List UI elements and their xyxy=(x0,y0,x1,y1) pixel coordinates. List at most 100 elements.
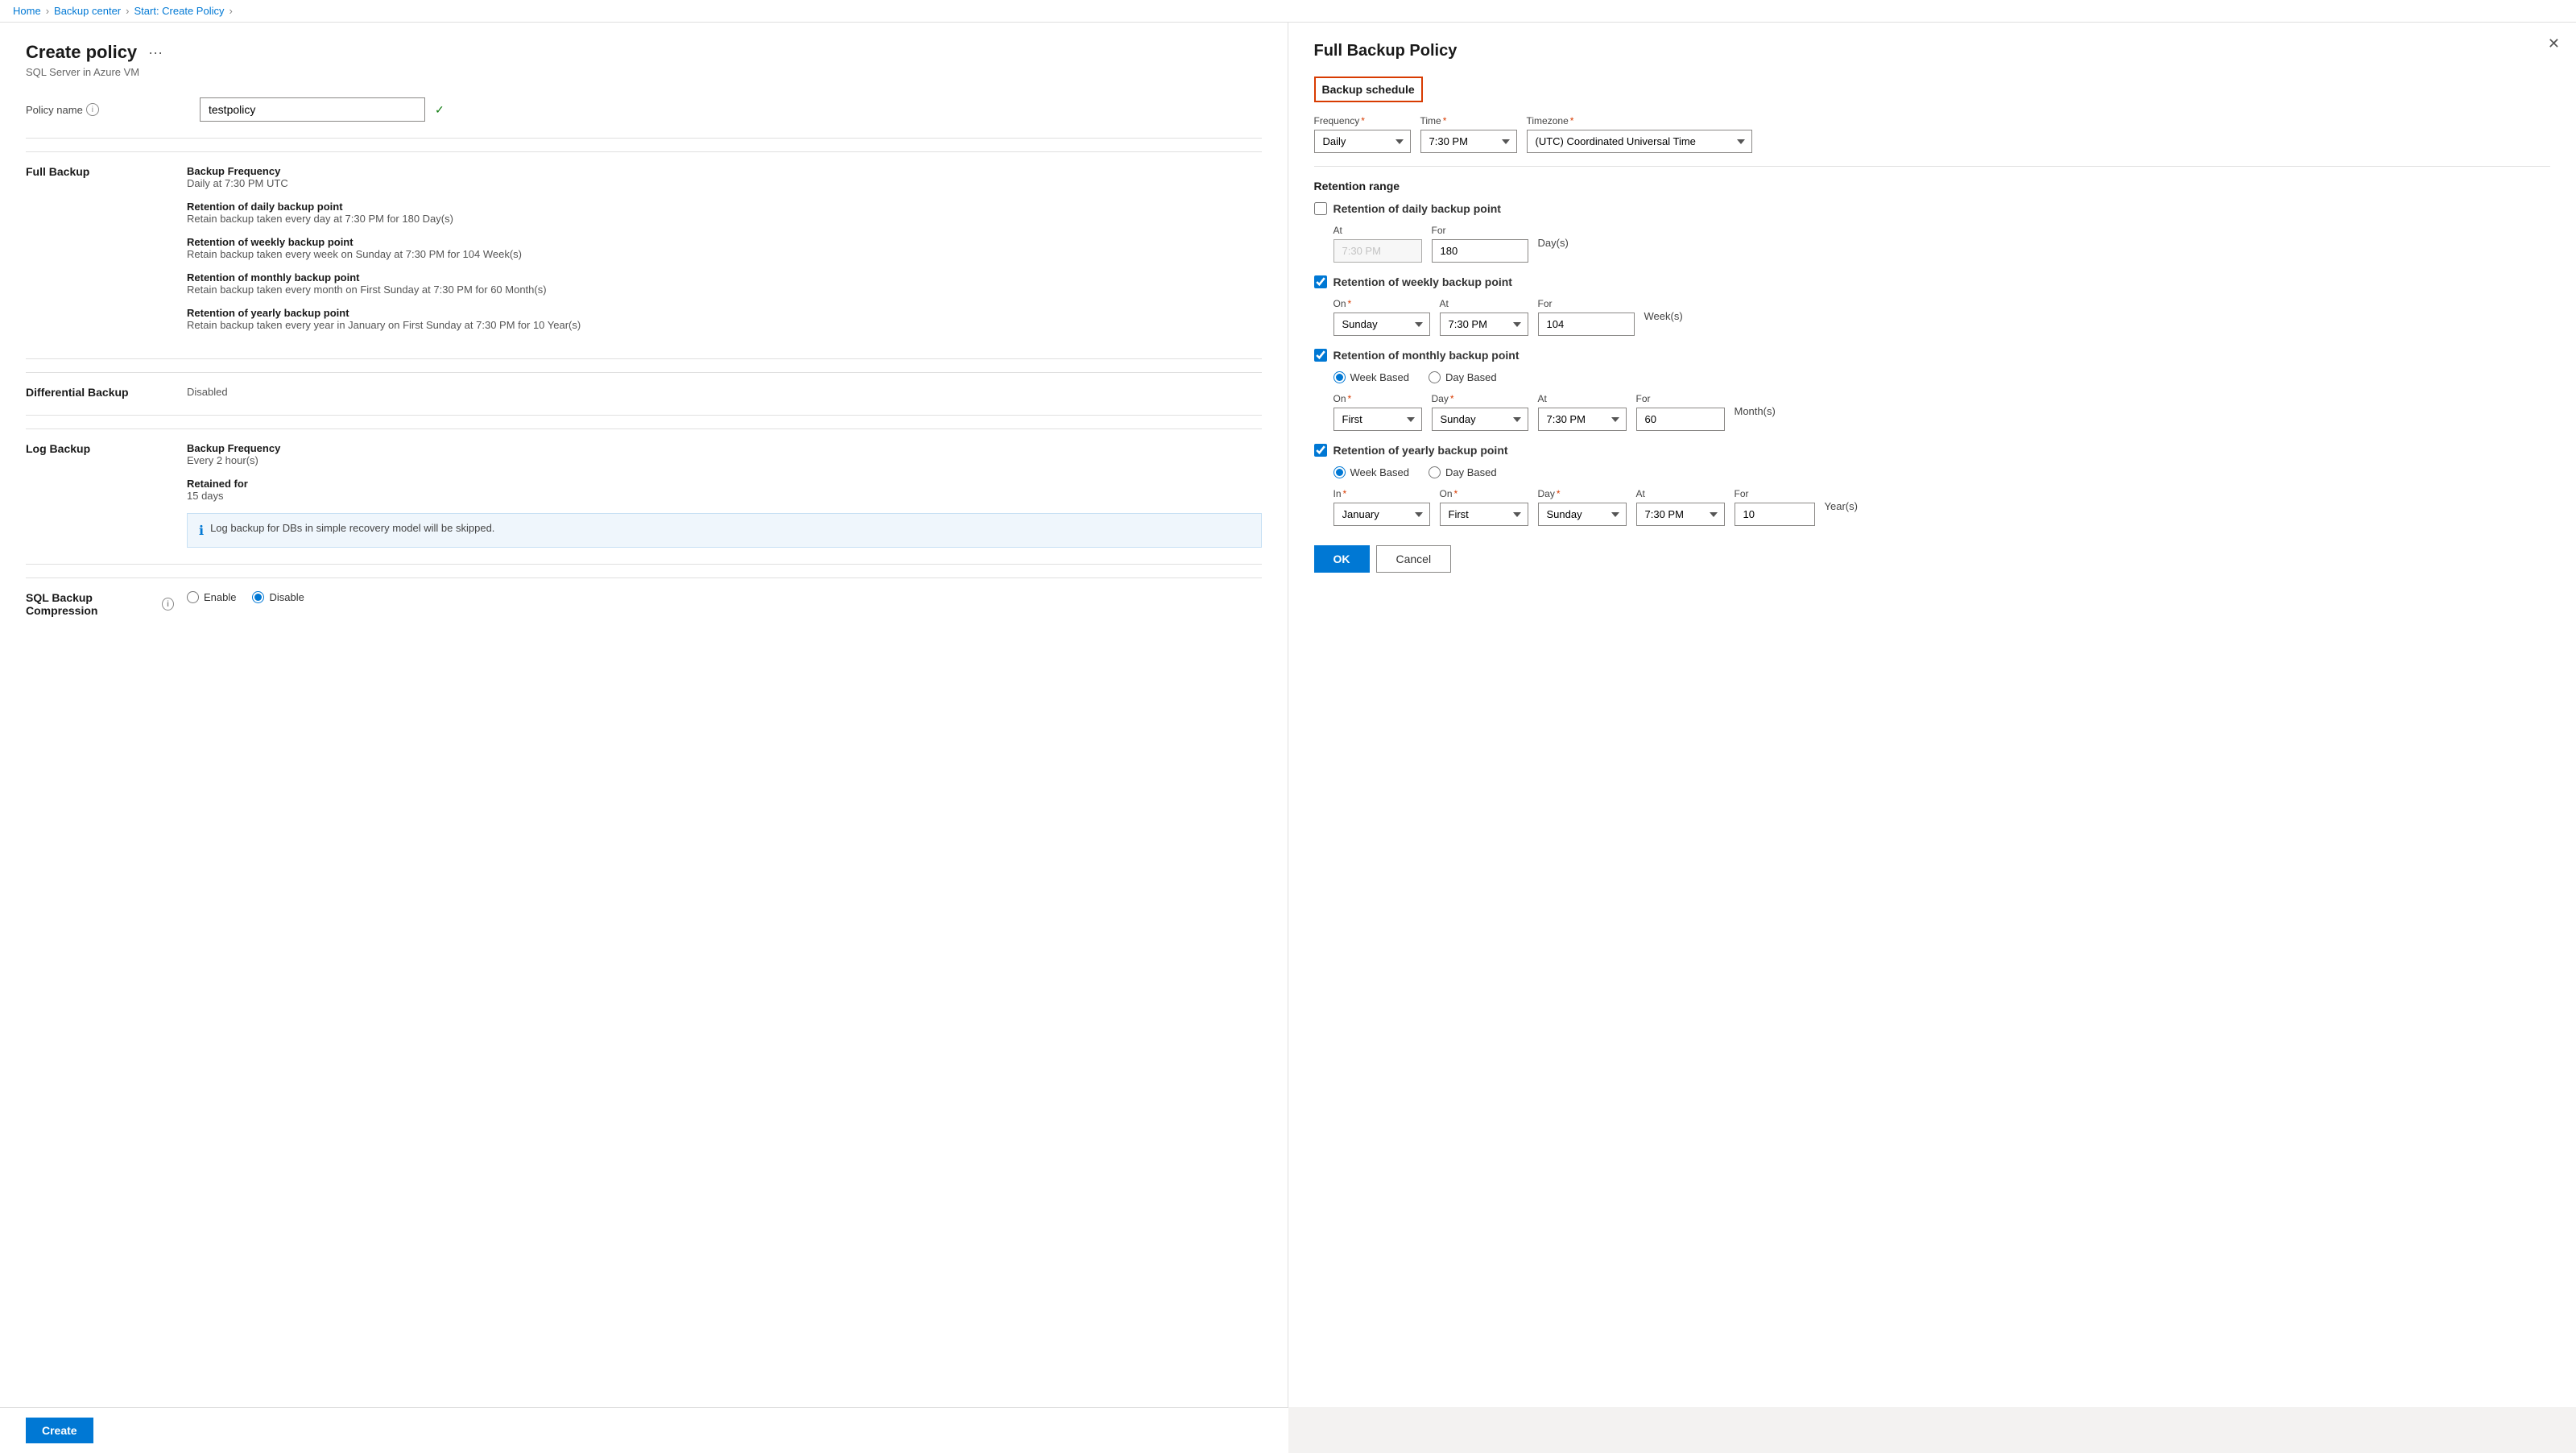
weekly-for-label: For xyxy=(1538,298,1553,309)
weekly-at-label: At xyxy=(1440,298,1449,309)
monthly-for-label: For xyxy=(1636,393,1651,404)
policy-name-info-icon[interactable]: i xyxy=(86,103,99,116)
yearly-in-label: In xyxy=(1333,488,1342,499)
full-backup-section: Full Backup Backup Frequency Daily at 7:… xyxy=(26,151,1262,342)
retention-range-label: Retention range xyxy=(1314,180,2551,192)
timezone-field: Timezone * (UTC) Coordinated Universal T… xyxy=(1527,115,1752,153)
yearly-in-select[interactable]: JanuaryFebruaryMarchApril MayJuneJulyAug… xyxy=(1333,503,1430,526)
yearly-retention-fields: In * JanuaryFebruaryMarchApril MayJuneJu… xyxy=(1314,488,2551,526)
full-backup-label: Full Backup xyxy=(26,165,187,342)
full-backup-content: Backup Frequency Daily at 7:30 PM UTC Re… xyxy=(187,165,1262,342)
differential-backup-section: Differential Backup Disabled xyxy=(26,372,1262,399)
panel-title: Full Backup Policy xyxy=(1314,42,2551,60)
disable-radio[interactable] xyxy=(252,591,264,603)
weekly-retention-check-label[interactable]: Retention of weekly backup point xyxy=(1333,275,1512,288)
yearly-week-based-text: Week Based xyxy=(1350,466,1409,478)
monthly-retention-desc: Retain backup taken every month on First… xyxy=(187,284,1262,296)
monthly-day-based-text: Day Based xyxy=(1445,371,1497,383)
full-backup-freq-desc: Daily at 7:30 PM UTC xyxy=(187,177,1262,189)
yearly-on-select[interactable]: FirstSecondThirdFourthLast xyxy=(1440,503,1528,526)
yearly-retention-section: Retention of yearly backup point Week Ba… xyxy=(1314,444,2551,526)
right-panel-buttons: OK Cancel xyxy=(1314,545,2551,573)
sql-compression-section: SQL Backup Compression i Enable Disable xyxy=(26,577,1262,617)
monthly-day-based-label[interactable]: Day Based xyxy=(1429,371,1497,383)
page-subtitle: SQL Server in Azure VM xyxy=(26,66,1262,78)
monthly-retention-check-label[interactable]: Retention of monthly backup point xyxy=(1333,349,1520,362)
yearly-week-based-label[interactable]: Week Based xyxy=(1333,466,1409,478)
monthly-retention-section: Retention of monthly backup point Week B… xyxy=(1314,349,2551,431)
retention-range-section: Retention range Retention of daily backu… xyxy=(1314,166,2551,573)
daily-at-select[interactable]: 7:30 PM xyxy=(1333,239,1422,263)
monthly-at-select[interactable]: 7:30 PM xyxy=(1538,408,1627,431)
yearly-retention-checkbox[interactable] xyxy=(1314,444,1327,457)
monthly-on-select[interactable]: FirstSecondThirdFourthLast xyxy=(1333,408,1422,431)
breadcrumb-backup-center[interactable]: Backup center xyxy=(54,5,121,17)
yearly-retention-title: Retention of yearly backup point xyxy=(187,307,1262,319)
sql-compression-label: SQL Backup Compression xyxy=(26,591,159,617)
create-button[interactable]: Create xyxy=(26,1418,93,1443)
log-retained-desc: 15 days xyxy=(187,490,1262,502)
time-select[interactable]: 7:30 PM xyxy=(1420,130,1517,153)
weekly-on-select[interactable]: SundayMondayTuesday WednesdayThursdayFri… xyxy=(1333,313,1430,336)
yearly-type-radio-group: Week Based Day Based xyxy=(1314,466,2551,478)
enable-radio-label[interactable]: Enable xyxy=(187,591,236,603)
log-freq-desc: Every 2 hour(s) xyxy=(187,454,1262,466)
yearly-retention-desc: Retain backup taken every year in Januar… xyxy=(187,319,1262,331)
yearly-at-select[interactable]: 7:30 PM xyxy=(1636,503,1725,526)
monthly-week-based-text: Week Based xyxy=(1350,371,1409,383)
daily-for-input[interactable] xyxy=(1432,239,1528,263)
weekly-for-input[interactable] xyxy=(1538,313,1635,336)
backup-schedule-label: Backup schedule xyxy=(1314,77,1423,102)
yearly-day-based-label[interactable]: Day Based xyxy=(1429,466,1497,478)
monthly-retention-checkbox[interactable] xyxy=(1314,349,1327,362)
monthly-week-based-label[interactable]: Week Based xyxy=(1333,371,1409,383)
daily-retention-fields: At 7:30 PM For Day(s) xyxy=(1314,225,2551,263)
sql-compression-info-icon[interactable]: i xyxy=(162,598,174,611)
policy-name-row: Policy name i ✓ xyxy=(26,97,1262,122)
close-button[interactable]: ✕ xyxy=(2548,35,2560,52)
yearly-week-based-radio[interactable] xyxy=(1333,466,1346,478)
frequency-field: Frequency * Daily Weekly Monthly xyxy=(1314,115,1411,153)
policy-name-input[interactable] xyxy=(200,97,425,122)
backup-schedule-section: Backup schedule Frequency * Daily Weekly… xyxy=(1314,77,2551,153)
monthly-day-select[interactable]: SundayMondayTuesday WednesdayThursdayFri… xyxy=(1432,408,1528,431)
log-backup-label: Log Backup xyxy=(26,442,187,548)
yearly-at-label: At xyxy=(1636,488,1645,499)
disable-radio-label[interactable]: Disable xyxy=(252,591,304,603)
disable-label: Disable xyxy=(269,591,304,603)
cancel-button[interactable]: Cancel xyxy=(1376,545,1452,573)
monthly-for-input[interactable] xyxy=(1636,408,1725,431)
differential-backup-label: Differential Backup xyxy=(26,386,187,399)
breadcrumb-home[interactable]: Home xyxy=(13,5,41,17)
ellipsis-button[interactable]: ··· xyxy=(143,43,167,63)
daily-retention-check-label[interactable]: Retention of daily backup point xyxy=(1333,202,1501,215)
monthly-week-based-radio[interactable] xyxy=(1333,371,1346,383)
frequency-label: Frequency xyxy=(1314,115,1360,126)
daily-unit: Day(s) xyxy=(1538,237,1569,250)
weekly-at-select[interactable]: 7:30 PM xyxy=(1440,313,1528,336)
full-backup-freq-title: Backup Frequency xyxy=(187,165,1262,177)
log-retained-title: Retained for xyxy=(187,478,1262,490)
yearly-retention-check-label[interactable]: Retention of yearly backup point xyxy=(1333,444,1508,457)
frequency-select[interactable]: Daily Weekly Monthly xyxy=(1314,130,1411,153)
daily-retention-checkbox[interactable] xyxy=(1314,202,1327,215)
enable-label: Enable xyxy=(204,591,236,603)
monthly-day-based-radio[interactable] xyxy=(1429,371,1441,383)
log-freq-title: Backup Frequency xyxy=(187,442,1262,454)
weekly-retention-checkbox[interactable] xyxy=(1314,275,1327,288)
yearly-day-based-radio[interactable] xyxy=(1429,466,1441,478)
breadcrumb: Home › Backup center › Start: Create Pol… xyxy=(0,0,2576,23)
weekly-retention-fields: On * SundayMondayTuesday WednesdayThursd… xyxy=(1314,298,2551,336)
breadcrumb-start-create[interactable]: Start: Create Policy xyxy=(134,5,224,17)
enable-radio[interactable] xyxy=(187,591,199,603)
yearly-for-label: For xyxy=(1735,488,1749,499)
time-field: Time * 7:30 PM xyxy=(1420,115,1517,153)
ok-button[interactable]: OK xyxy=(1314,545,1370,573)
weekly-unit: Week(s) xyxy=(1644,310,1683,324)
bottom-bar: Create xyxy=(0,1407,1288,1453)
yearly-for-input[interactable] xyxy=(1735,503,1815,526)
policy-name-label: Policy name i xyxy=(26,103,187,116)
timezone-select[interactable]: (UTC) Coordinated Universal Time xyxy=(1527,130,1752,153)
monthly-unit: Month(s) xyxy=(1735,405,1776,419)
yearly-day-select[interactable]: SundayMondayTuesday WednesdayThursdayFri… xyxy=(1538,503,1627,526)
